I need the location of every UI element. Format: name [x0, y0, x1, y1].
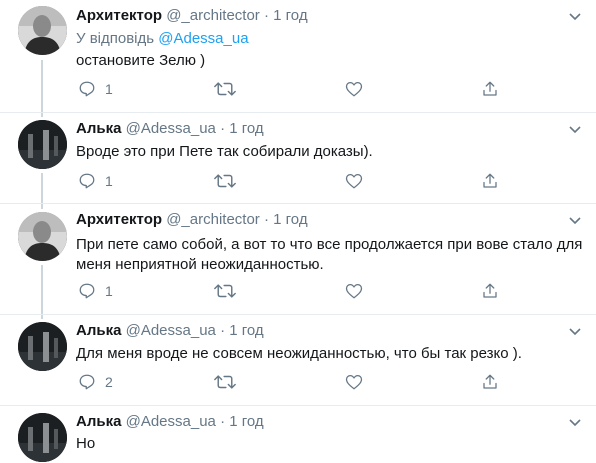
avatar[interactable] — [18, 120, 67, 169]
reply-icon — [79, 173, 95, 189]
timestamp[interactable]: 1 год — [229, 120, 263, 137]
avatar[interactable] — [18, 322, 67, 371]
heart-icon — [345, 173, 363, 189]
share-button[interactable] — [481, 171, 499, 191]
like-button[interactable] — [345, 281, 363, 301]
tweet[interactable]: Алька @Adessa_ua · 1 год Но — [0, 406, 596, 463]
like-button[interactable] — [345, 372, 363, 392]
heart-icon — [345, 374, 363, 390]
reply-count: 1 — [105, 173, 113, 189]
tweet-text: остановите Зелю ) — [76, 52, 206, 69]
timestamp[interactable]: 1 год — [229, 322, 263, 339]
separator-dot: · — [263, 7, 269, 24]
reply-count: 1 — [105, 81, 113, 97]
share-icon — [483, 81, 497, 96]
mention-link[interactable]: @Adessa_ua — [158, 30, 248, 47]
retweet-icon — [214, 82, 236, 96]
reply-button[interactable]: 1 — [78, 79, 113, 99]
reply-icon — [79, 81, 95, 97]
heart-icon — [345, 283, 363, 299]
reply-button[interactable]: 2 — [78, 372, 113, 392]
tweet-text: Вроде это при Пете так собирали доказы). — [76, 143, 373, 160]
retweet-button[interactable] — [214, 372, 236, 392]
tweet-text: При пете само собой, а вот то что все пр… — [76, 236, 583, 273]
tweet-text: Но — [76, 435, 96, 452]
thread-line — [41, 315, 43, 319]
retweet-button[interactable] — [214, 171, 236, 191]
display-name[interactable]: Архитектор — [76, 7, 162, 24]
user-handle[interactable]: @Adessa_ua — [126, 413, 216, 430]
chevron-down-icon[interactable] — [568, 418, 582, 428]
separator-dot: · — [263, 211, 269, 228]
user-handle[interactable]: @_architector — [166, 7, 260, 24]
separator-dot: · — [220, 413, 226, 430]
tweet-header: Алька @Adessa_ua · 1 год — [76, 322, 264, 340]
tweet-header: Архитектор @_architector · 1 год — [76, 211, 308, 229]
thread-line — [41, 113, 43, 117]
display-name[interactable]: Архитектор — [76, 211, 162, 228]
user-handle[interactable]: @Adessa_ua — [126, 322, 216, 339]
reply-count: 1 — [105, 283, 113, 299]
heart-icon — [345, 81, 363, 97]
avatar[interactable] — [18, 212, 67, 261]
reply-icon — [79, 374, 95, 390]
share-button[interactable] — [481, 372, 499, 392]
chevron-down-icon[interactable] — [568, 12, 582, 22]
tweet-text: Для меня вроде не совсем неожиданностью,… — [76, 345, 522, 362]
timestamp[interactable]: 1 год — [273, 211, 307, 228]
thread-line — [41, 173, 43, 203]
tweet[interactable]: Архитектор @_architector · 1 год У відпо… — [0, 0, 596, 112]
thread-line — [41, 60, 43, 112]
thread-line — [41, 204, 43, 209]
share-button[interactable] — [481, 281, 499, 301]
display-name[interactable]: Алька — [76, 120, 121, 137]
chevron-down-icon[interactable] — [568, 125, 582, 135]
timestamp[interactable]: 1 год — [229, 413, 263, 430]
display-name[interactable]: Алька — [76, 322, 121, 339]
thread-line — [41, 265, 43, 314]
retweet-icon — [214, 174, 236, 188]
reply-icon — [79, 283, 95, 299]
reply-count: 2 — [105, 374, 113, 390]
like-button[interactable] — [345, 79, 363, 99]
share-icon — [483, 374, 497, 389]
timestamp[interactable]: 1 год — [273, 7, 307, 24]
retweet-button[interactable] — [214, 281, 236, 301]
avatar[interactable] — [18, 413, 67, 462]
replying-to-label: У відповідь — [76, 30, 155, 47]
user-handle[interactable]: @Adessa_ua — [126, 120, 216, 137]
share-button[interactable] — [481, 79, 499, 99]
tweet-header: Алька @Adessa_ua · 1 год — [76, 120, 264, 138]
tweet[interactable]: Алька @Adessa_ua · 1 год Вроде это при П… — [0, 113, 596, 203]
retweet-icon — [214, 375, 236, 389]
tweet[interactable]: Архитектор @_architector · 1 год При пет… — [0, 204, 596, 314]
like-button[interactable] — [345, 171, 363, 191]
replying-to: У відповідь @Adessa_ua — [76, 30, 249, 48]
separator-dot: · — [220, 322, 226, 339]
reply-button[interactable]: 1 — [78, 171, 113, 191]
share-icon — [483, 173, 497, 188]
user-handle[interactable]: @_architector — [166, 211, 260, 228]
display-name[interactable]: Алька — [76, 413, 121, 430]
retweet-button[interactable] — [214, 79, 236, 99]
tweet-header: Алька @Adessa_ua · 1 год — [76, 413, 264, 431]
tweet[interactable]: Алька @Adessa_ua · 1 год Для меня вроде … — [0, 315, 596, 405]
tweet-header: Архитектор @_architector · 1 год — [76, 7, 308, 25]
separator-dot: · — [220, 120, 226, 137]
chevron-down-icon[interactable] — [568, 216, 582, 226]
reply-button[interactable]: 1 — [78, 281, 113, 301]
retweet-icon — [214, 284, 236, 298]
share-icon — [483, 283, 497, 298]
avatar[interactable] — [18, 6, 67, 55]
chevron-down-icon[interactable] — [568, 327, 582, 337]
